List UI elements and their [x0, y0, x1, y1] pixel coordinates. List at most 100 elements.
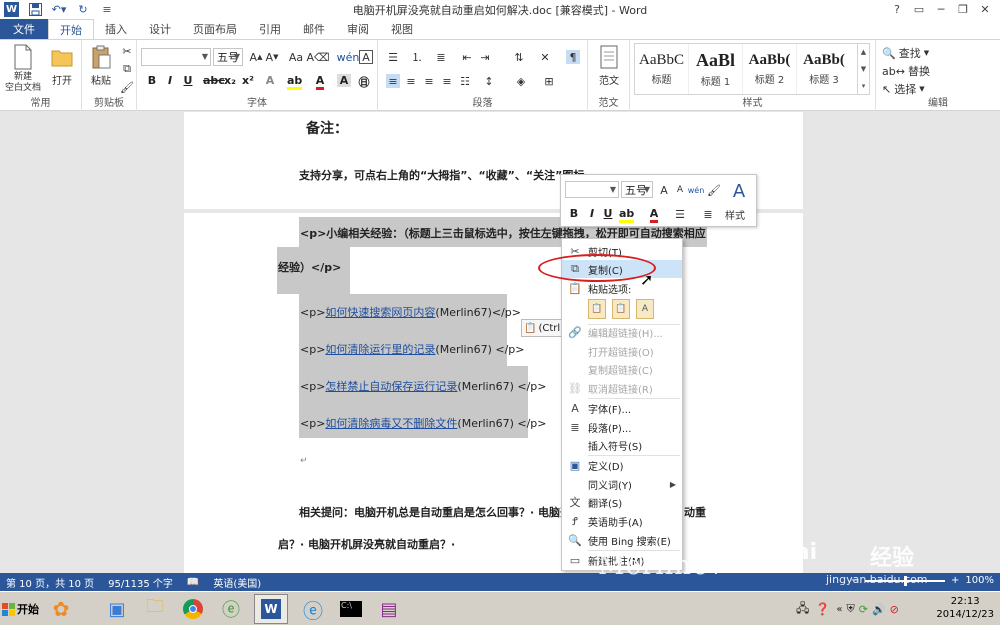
font-name-combo[interactable]: ▼ [141, 48, 211, 66]
fanwen-button[interactable]: 范文 [596, 44, 622, 87]
help-icon[interactable]: ❓ [815, 602, 830, 616]
borders-icon[interactable]: ⊞ [542, 74, 556, 88]
chevron-up-icon[interactable]: ▲ [861, 48, 866, 56]
volume-icon[interactable]: 🔊 [872, 603, 886, 616]
distributed-icon[interactable]: ☷ [458, 74, 472, 88]
superscript-icon[interactable]: x² [241, 74, 255, 87]
style-heading-1[interactable]: AaBl 标题 1 [689, 44, 743, 94]
document-area[interactable]: 备注： 支持分享，可点右上角的“大拇指”、“收藏”、“关注”图标。 <p>小编相… [0, 112, 1000, 573]
asian-layout-icon[interactable]: ✕ [538, 50, 552, 64]
hyperlink[interactable]: 如何清除病毒又不删除文件 [325, 417, 457, 430]
tab-page-layout[interactable]: 页面布局 [182, 19, 248, 39]
strikethrough-icon[interactable]: abc [203, 74, 225, 87]
copy-icon[interactable]: ⧉ [120, 62, 134, 76]
shrink-font-icon[interactable]: A ▼ [265, 50, 279, 64]
taskbar-clock[interactable]: 22:13 2014/12/23 [936, 595, 994, 621]
hyperlink[interactable]: 怎样禁止自动保存运行记录 [325, 380, 457, 393]
italic-icon[interactable]: I [163, 74, 177, 87]
show-formatting-marks-icon[interactable]: ¶ [566, 50, 580, 64]
save-icon[interactable] [27, 2, 43, 17]
taskbar-app-screenshot[interactable]: ▣ [100, 594, 134, 624]
decrease-indent-icon[interactable]: ⇤ [460, 50, 474, 64]
style-heading-3[interactable]: AaBb( 标题 3 [797, 44, 851, 94]
customize-qat-icon[interactable]: ≡ [99, 2, 115, 17]
taskbar-app-multicolor[interactable]: ✿ [44, 594, 78, 624]
change-case-icon[interactable]: Aa [289, 50, 303, 64]
paste-keep-source-icon[interactable]: 📋 [588, 299, 606, 319]
open-button[interactable]: 打开 [48, 44, 76, 87]
undo-icon[interactable]: ↶▾ [51, 2, 67, 17]
styles-gallery-scroll[interactable]: ▲ ▼ ▾ [858, 43, 870, 95]
increase-indent-icon[interactable]: ⇥ [478, 50, 492, 64]
close-button[interactable]: ✕ [974, 0, 996, 18]
justify-icon[interactable]: ≡ [440, 74, 454, 88]
tab-insert[interactable]: 插入 [94, 19, 138, 39]
font-color-icon[interactable]: A [647, 207, 661, 223]
line-spacing-icon[interactable]: ↕ [482, 74, 496, 88]
style-heading-2[interactable]: AaBb( 标题 2 [743, 44, 797, 94]
select-button[interactable]: ↖ 选择 ▼ [882, 81, 925, 97]
highlight-color-icon[interactable]: ab [619, 207, 635, 223]
grow-font-icon[interactable]: A [657, 183, 671, 197]
styles-icon[interactable]: A [729, 181, 749, 202]
shading-icon[interactable]: ◈ [514, 74, 528, 88]
tab-home[interactable]: 开始 [48, 19, 94, 39]
tab-references[interactable]: 引用 [248, 19, 292, 39]
format-painter-icon[interactable]: 🖌 [120, 80, 134, 94]
language-indicator[interactable]: 英语(美国) [213, 575, 261, 590]
enclose-characters-icon[interactable]: ㊐ [357, 74, 371, 90]
phonetic-guide-icon[interactable]: wén [337, 50, 360, 64]
shield-icon[interactable]: ⛨ [846, 602, 854, 616]
bold-icon[interactable]: B [567, 207, 581, 220]
minimize-button[interactable]: ─ [930, 0, 952, 18]
italic-icon[interactable]: I [585, 207, 599, 220]
menu-item-bing-search[interactable]: 🔍 使用 Bing 搜索(E) [562, 531, 682, 549]
word-count[interactable]: 95/1135 个字 [108, 575, 173, 590]
text-effects-icon[interactable]: A [263, 74, 277, 87]
more-icon[interactable]: ▾ [862, 82, 866, 90]
align-center-icon[interactable]: ≡ [404, 74, 418, 88]
bullets-icon[interactable]: ☰ [386, 50, 400, 64]
shrink-font-icon[interactable]: A [673, 183, 687, 197]
numbering-icon[interactable]: ≣ [701, 207, 715, 221]
paste-text-only-icon[interactable]: A [636, 299, 654, 319]
mini-styles-label[interactable]: 样式 [725, 207, 745, 222]
cut-icon[interactable]: ✂ [120, 44, 134, 58]
menu-item-translate[interactable]: 文翻译(S) [562, 493, 682, 511]
menu-item-synonyms[interactable]: 同义词(Y) ▶ [562, 475, 682, 493]
tab-mailings[interactable]: 邮件 [292, 19, 336, 39]
start-button[interactable]: 开始 [2, 597, 42, 621]
grow-font-icon[interactable]: A ▲ [249, 50, 263, 64]
hyperlink[interactable]: 如何快速搜索网页内容 [325, 306, 435, 319]
numbering-icon[interactable]: ⒈ [410, 50, 424, 64]
restore-button[interactable]: ❐ [952, 0, 974, 18]
paste-options-tag[interactable]: 📋 (Ctrl) [521, 319, 564, 337]
word-logo-icon[interactable]: W [4, 2, 19, 17]
menu-item-font[interactable]: A 字体(F)... [562, 399, 682, 417]
proofing-icon[interactable]: 📖 [187, 577, 199, 588]
menu-item-paragraph[interactable]: ≣ 段落(P)... [562, 418, 682, 436]
underline-icon[interactable]: U [181, 74, 195, 87]
style-title[interactable]: AaBbC 标题 [635, 44, 689, 94]
font-color-icon[interactable]: A [313, 74, 327, 90]
taskbar-app-word[interactable]: W [254, 594, 288, 624]
format-painter-icon[interactable]: 🖌 [707, 183, 721, 197]
menu-item-insert-symbol[interactable]: 插入符号(S) [562, 436, 682, 454]
new-blank-document-button[interactable]: 新建 空白文档 [4, 44, 42, 94]
underline-icon[interactable]: U [601, 207, 615, 220]
taskbar-app-ie-green[interactable]: ⓔ [214, 594, 248, 624]
tab-review[interactable]: 审阅 [336, 19, 380, 39]
mini-font-name-combo[interactable]: ▼ [565, 181, 619, 198]
clear-formatting-icon[interactable]: A⌫ [306, 50, 329, 64]
tray-expand-icon[interactable]: « [836, 604, 842, 615]
phonetic-icon[interactable]: wén [688, 183, 705, 197]
tab-file[interactable]: 文件 [0, 19, 48, 39]
align-left-icon[interactable]: ≡ [386, 74, 400, 88]
menu-item-define[interactable]: ▣ 定义(D) [562, 456, 682, 474]
font-size-combo[interactable]: 五号 ▼ [213, 48, 243, 66]
menu-item-english-assistant[interactable]: Ꝭ 英语助手(A) [562, 512, 682, 530]
character-shading-icon[interactable]: A [337, 74, 351, 87]
replace-button[interactable]: ab↔ 替换 [882, 63, 930, 79]
security-icon[interactable]: ⊘ [890, 603, 899, 616]
align-right-icon[interactable]: ≡ [422, 74, 436, 88]
